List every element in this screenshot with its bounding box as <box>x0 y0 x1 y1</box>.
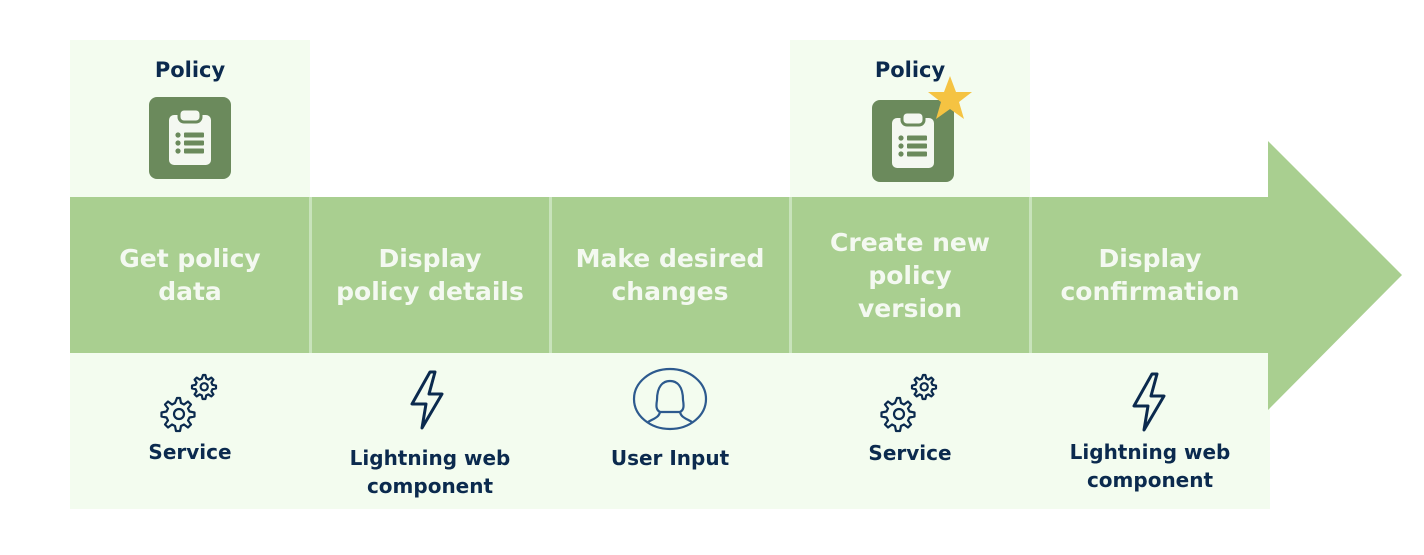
step-create-new-policy-version: Create new policy version <box>830 227 990 323</box>
lightning-bolt-icon <box>410 370 444 430</box>
lightning-web-component-label: Lightning web component <box>1069 440 1231 492</box>
lightning-web-component-label: Lightning web component <box>349 446 511 498</box>
step-get-policy-data: Get policy data <box>119 244 261 306</box>
user-avatar-icon <box>632 367 708 431</box>
clipboard-list-icon <box>149 97 231 179</box>
service-label: Service <box>148 440 232 464</box>
user-input-label: User Input <box>610 446 730 470</box>
star-icon <box>928 76 972 119</box>
gears-icon <box>880 373 938 433</box>
step-make-desired-changes: Make desired changes <box>575 244 765 306</box>
gears-icon <box>160 373 218 433</box>
lightning-bolt-icon <box>1132 372 1166 432</box>
service-label: Service <box>868 441 952 465</box>
step-display-confirmation: Display confirmation <box>1060 244 1240 306</box>
policy-label: Policy <box>874 58 946 82</box>
policy-label: Policy <box>154 58 226 82</box>
step-display-policy-details: Display policy details <box>336 244 524 306</box>
